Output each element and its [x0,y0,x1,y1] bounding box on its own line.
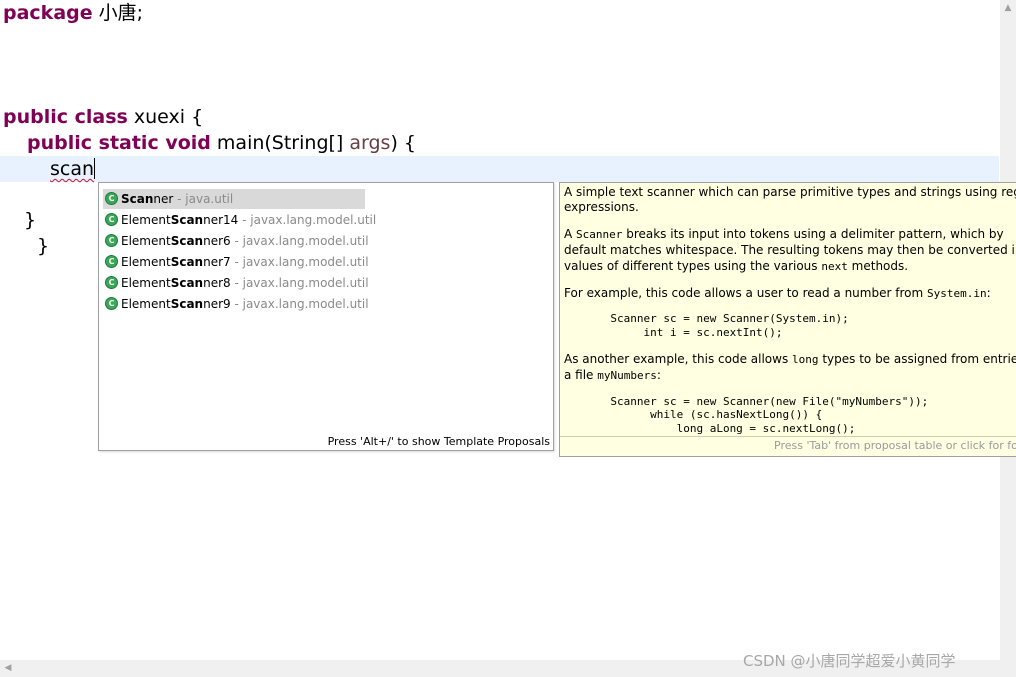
class-icon: C [105,213,118,226]
javadoc-text-part: A [564,227,577,241]
javadoc-code-word: Scanner [576,228,623,241]
javadoc-text-part: : [986,286,991,300]
class-icon: C [105,276,118,289]
javadoc-text: As another example, this code allows lon… [564,351,1016,368]
text-caret [94,158,96,179]
main-signature-end: ) { [390,132,417,154]
scroll-up-arrow-icon[interactable]: ▲ [1000,0,1016,16]
main-signature: main(String[] [210,132,350,154]
javadoc-text: A Scanner breaks its input into tokens u… [564,226,1016,243]
proposal-package: - javax.lang.model.util [230,297,369,311]
proposal-rest: ner14 [203,213,239,227]
javadoc-text-part: : [656,368,661,382]
javadoc-code-line: int i = sc.nextInt(); [564,326,783,339]
scroll-left-arrow-icon[interactable]: ◀ [0,660,16,677]
code-line-package[interactable]: package 小唐; [3,0,143,26]
javadoc-text-part: methods. [847,259,909,273]
proposal-match: Scan [170,255,204,269]
content-assist-popup[interactable]: C Scanner - java.util C ElementScanner14… [98,182,554,451]
proposal-rest: ner7 [203,255,231,269]
proposal-package: - javax.lang.model.util [230,234,369,248]
code-line-current[interactable]: scan [50,156,96,182]
javadoc-text: For example, this code allows a user to … [564,285,1016,302]
proposal-package: - javax.lang.model.util [230,276,369,290]
class-icon: C [105,234,118,247]
javadoc-text-part: As another example, this code allows [564,352,793,366]
class-declaration: xuexi { [127,106,204,128]
code-line-main[interactable]: public static void main(String[] args) { [27,130,416,156]
proposal-prefix: Element [121,255,171,269]
javadoc-text: a file myNumbers: [564,367,1016,384]
javadoc-text-part: a file [564,368,598,382]
javadoc-footer-divider [560,436,1016,437]
args-parameter: args [349,132,391,154]
proposal-item[interactable]: C ElementScanner14 - javax.lang.model.ut… [103,210,376,230]
javadoc-code-line: while (sc.hasNextLong()) { [564,408,823,421]
close-brace-method: } [24,209,37,231]
class-icon: C [105,255,118,268]
javadoc-hover-panel[interactable]: A simple text scanner which can parse pr… [559,182,1016,457]
code-line-class[interactable]: public class xuexi { [3,104,203,130]
proposal-match: Scan [121,192,154,206]
javadoc-code-word: myNumbers [597,369,657,382]
keyword-public-class: public class [3,106,128,128]
typed-text: scan [50,158,95,180]
proposal-item[interactable]: C ElementScanner9 - javax.lang.model.uti… [103,294,369,314]
csdn-watermark: CSDN @小唐同学超爱小黄同学 [743,652,956,670]
javadoc-code-line: Scanner sc = new Scanner(new File("myNum… [564,395,929,408]
proposal-rest: ner9 [203,297,231,311]
proposal-item[interactable]: C ElementScanner8 - javax.lang.model.uti… [103,273,369,293]
proposal-rest: ner8 [203,276,231,290]
javadoc-code-word: long [792,353,819,366]
package-name: 小唐; [92,2,144,24]
proposals-footer-hint: Press 'Alt+/' to show Template Proposals [327,435,550,448]
proposal-prefix: Element [121,297,171,311]
proposal-package: - javax.lang.model.util [238,213,377,227]
keyword-public-static-void: public static void [27,132,211,154]
proposal-rest: ner6 [203,234,231,248]
javadoc-footer-hint: Press 'Tab' from proposal table or click… [774,439,1016,452]
proposal-package: - javax.lang.model.util [230,255,369,269]
javadoc-text-part: For example, this code allows a user to … [564,286,927,300]
proposal-prefix: Element [121,276,171,290]
proposal-prefix: Element [121,234,171,248]
javadoc-text-part: values of different types using the vari… [564,259,822,273]
javadoc-text-part: breaks its input into tokens using a del… [622,227,1004,241]
javadoc-text-part: types to be assigned from entries in [822,352,1016,366]
proposal-match: Scan [170,297,204,311]
close-brace-class: } [37,235,50,257]
proposal-match: Scan [170,276,204,290]
javadoc-text: expressions. [564,200,639,214]
proposal-package: - java.util [173,192,234,206]
proposal-match: Scan [170,234,204,248]
javadoc-code-line: long aLong = sc.nextLong(); [564,422,856,435]
javadoc-code-word: System.in [926,287,987,300]
class-icon: C [105,297,118,310]
proposal-match: Scan [170,213,204,227]
proposal-rest: ner [153,192,174,206]
class-icon: C [105,192,118,205]
javadoc-code-line: Scanner sc = new Scanner(System.in); [564,312,849,325]
javadoc-text: default matches whitespace. The resultin… [564,243,1016,257]
javadoc-text: A simple text scanner which can parse pr… [564,185,1016,199]
proposal-item[interactable]: C Scanner - java.util [103,189,365,209]
javadoc-text: values of different types using the vari… [564,258,1016,275]
proposal-item[interactable]: C ElementScanner6 - javax.lang.model.uti… [103,231,369,251]
javadoc-code-word: next [821,260,848,273]
proposal-item[interactable]: C ElementScanner7 - javax.lang.model.uti… [103,252,369,272]
proposal-prefix: Element [121,213,171,227]
current-line-highlight [0,156,999,182]
keyword-package: package [3,2,93,24]
